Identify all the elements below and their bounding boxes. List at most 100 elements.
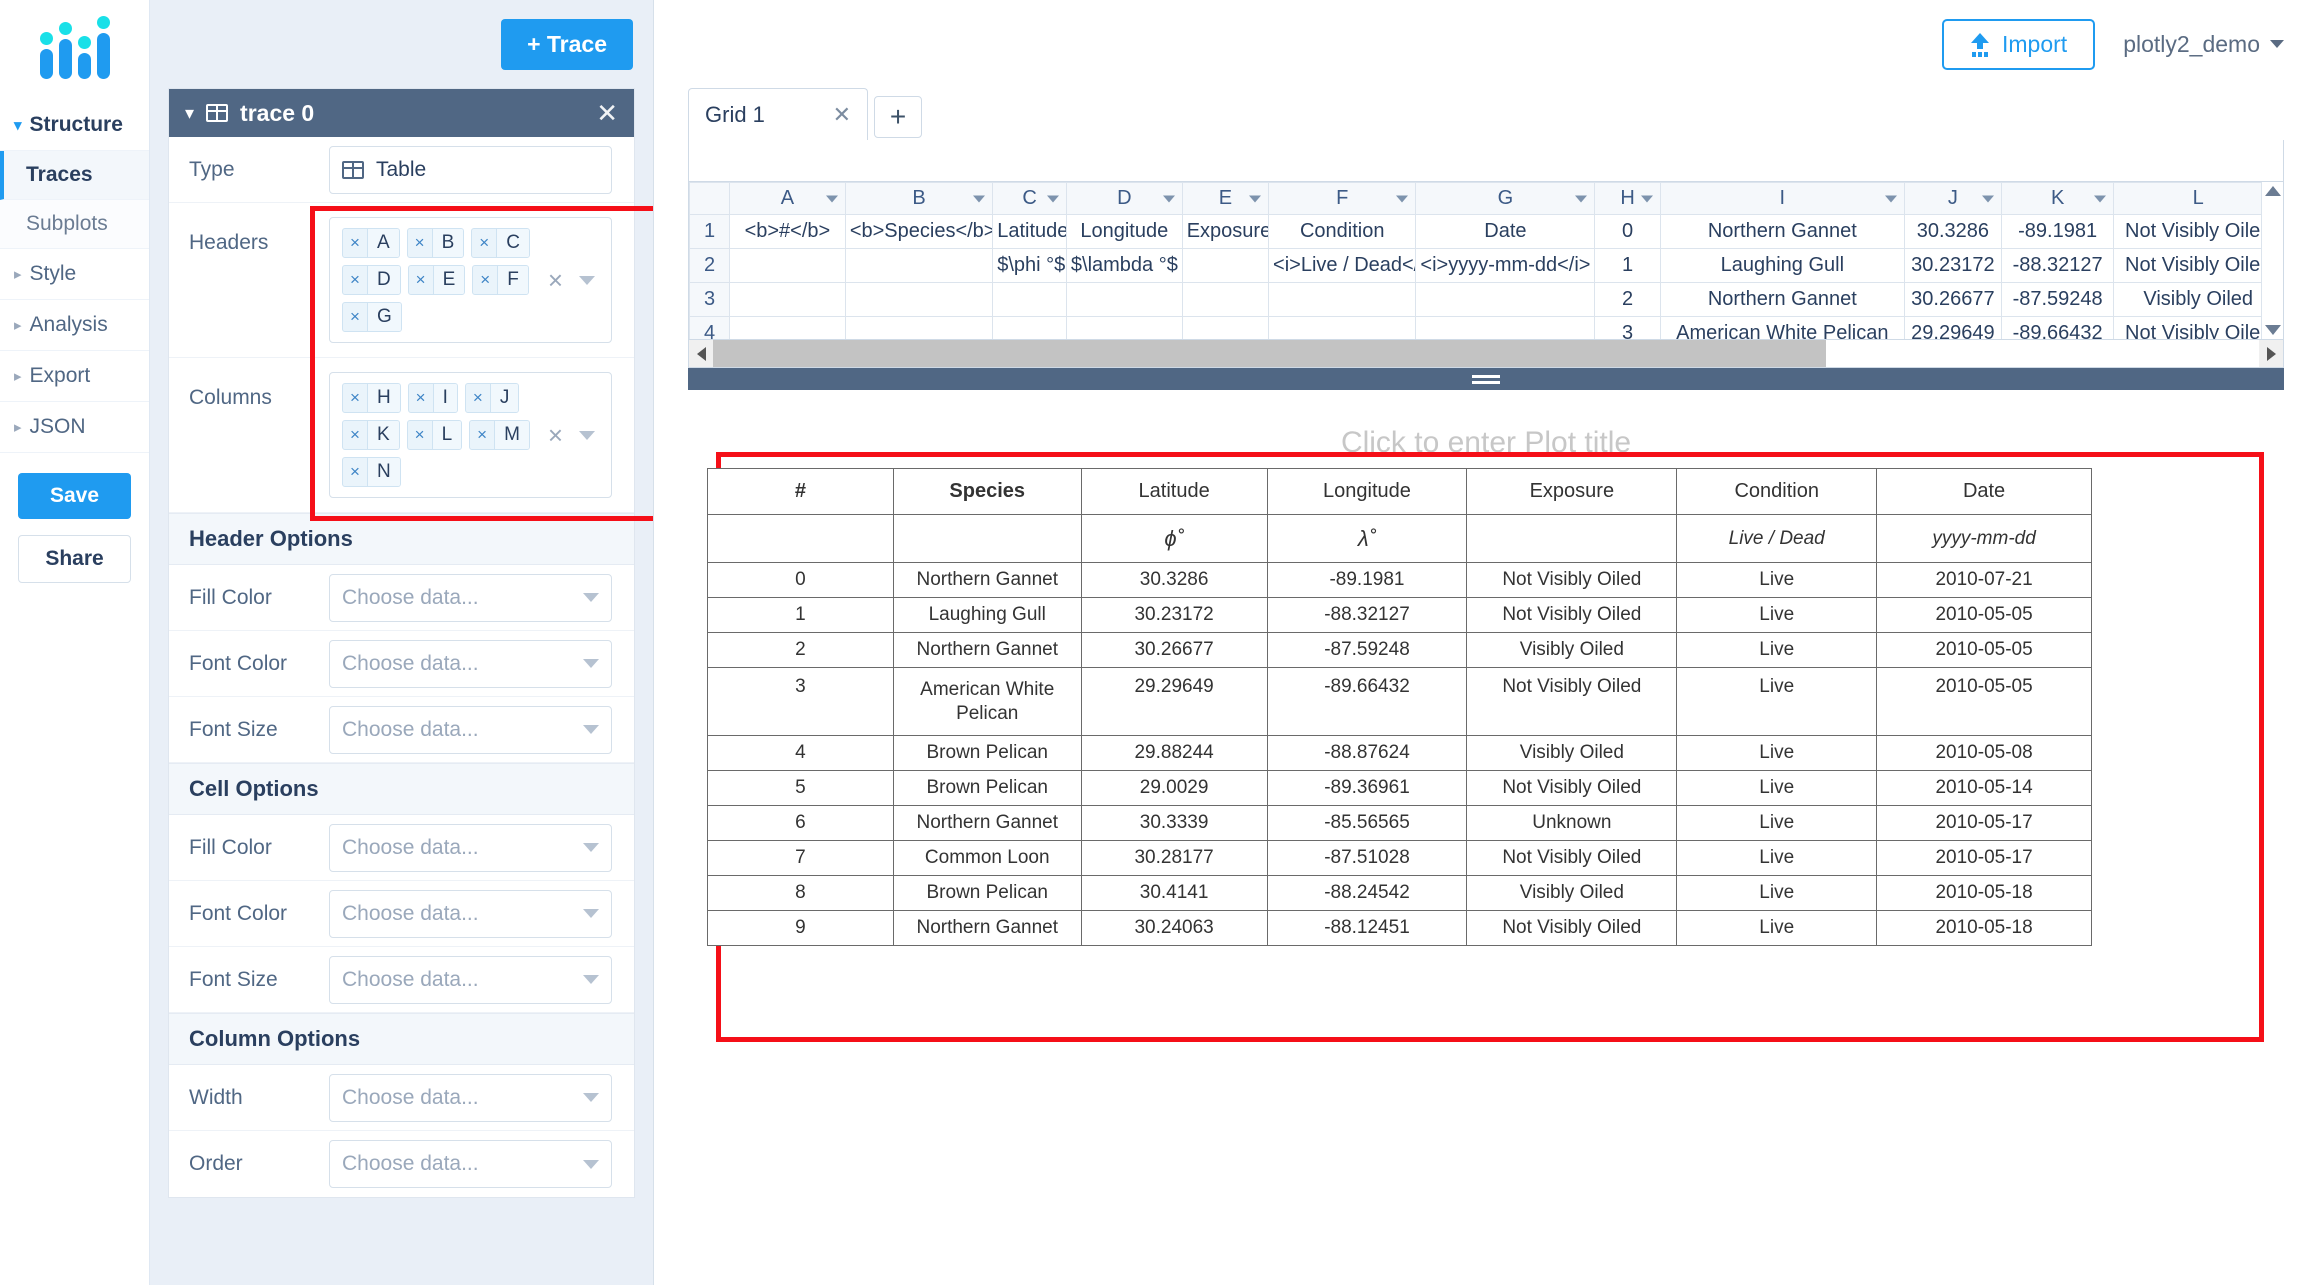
caret-down-icon[interactable] — [1162, 195, 1175, 202]
sheet-cell[interactable]: Longitude — [1065, 214, 1183, 249]
caret-down-icon[interactable] — [1396, 195, 1409, 202]
sheet-col-I[interactable]: I — [1659, 182, 1905, 215]
sheet-cell[interactable] — [729, 316, 846, 339]
sheet-cell[interactable] — [1415, 282, 1596, 317]
save-button[interactable]: Save — [18, 473, 131, 519]
columns-multiselect[interactable]: × H × I × J × K × L × M × N × — [329, 372, 612, 498]
sheet-cell[interactable]: -88.32127 — [2000, 248, 2115, 283]
chip-remove-icon[interactable]: × — [343, 421, 368, 449]
caret-down-icon[interactable] — [1575, 195, 1588, 202]
sheet-cell[interactable]: Laughing Gull — [1659, 248, 1905, 283]
close-icon[interactable]: ✕ — [596, 100, 618, 126]
sheet-cell[interactable] — [729, 248, 846, 283]
sheet-col-A[interactable]: A — [729, 182, 846, 215]
sheet-col-C[interactable]: C — [992, 182, 1067, 215]
chip-remove-icon[interactable]: × — [343, 458, 368, 486]
chip-remove-icon[interactable]: × — [409, 384, 434, 412]
sheet-cell[interactable]: Not Visibly Oiled — [2113, 248, 2283, 283]
sheet-cell[interactable] — [1268, 282, 1417, 317]
chip-remove-icon[interactable]: × — [408, 421, 433, 449]
sheet-cell[interactable] — [729, 282, 846, 317]
add-grid-tab-button[interactable]: + — [874, 96, 922, 138]
spreadsheet[interactable]: A B C D E F G H I J K L 1 <b>#</b> <b>Sp… — [689, 182, 2283, 339]
caret-left-icon[interactable] — [689, 340, 713, 367]
sheet-col-K[interactable]: K — [2000, 182, 2115, 215]
sheet-cell[interactable]: American White Pelican — [1659, 316, 1905, 339]
sheet-cell[interactable] — [1415, 316, 1596, 339]
sheet-vertical-scrollbar[interactable] — [2261, 182, 2283, 339]
chip-remove-icon[interactable]: × — [408, 229, 433, 257]
nav-group-json[interactable]: ▸ JSON — [0, 402, 149, 453]
caret-right-icon[interactable] — [2259, 340, 2283, 367]
sheet-cell[interactable]: Northern Gannet — [1659, 214, 1905, 249]
header-font-size-select[interactable]: Choose data... — [329, 705, 612, 754]
sheet-cell[interactable] — [1065, 316, 1183, 339]
sheet-cell[interactable]: <b>#</b> — [729, 214, 846, 249]
caret-down-icon[interactable] — [1046, 195, 1059, 202]
sheet-cell[interactable] — [844, 248, 994, 283]
sheet-cell[interactable]: Not Visibly Oiled — [2113, 214, 2283, 249]
sheet-cell[interactable]: Visibly Oiled — [2113, 282, 2283, 317]
chevron-down-icon[interactable]: ▾ — [185, 104, 194, 122]
sheet-cell[interactable] — [1181, 282, 1270, 317]
sidebar-item-subplots[interactable]: Subplots — [0, 200, 149, 249]
caret-down-icon[interactable] — [2094, 195, 2107, 202]
chip-remove-icon[interactable]: × — [343, 266, 368, 294]
chip-remove-icon[interactable]: × — [343, 384, 368, 412]
cell-font-color-select[interactable]: Choose data... — [329, 889, 612, 938]
caret-down-icon[interactable] — [1884, 195, 1897, 202]
sheet-cell[interactable] — [1065, 282, 1183, 317]
sheet-col-G[interactable]: G — [1415, 182, 1596, 215]
caret-down-icon[interactable] — [579, 275, 595, 285]
sheet-cell[interactable]: $\phi °$ — [992, 248, 1067, 283]
sheet-cell[interactable] — [1181, 248, 1270, 283]
chip-remove-icon[interactable]: × — [409, 266, 434, 294]
sheet-cell[interactable]: 30.26677 — [1903, 282, 2002, 317]
sheet-cell[interactable]: 30.3286 — [1903, 214, 2002, 249]
caret-down-icon[interactable] — [1249, 195, 1262, 202]
caret-down-icon[interactable] — [579, 430, 595, 440]
import-button[interactable]: Import — [1942, 18, 2096, 70]
chip-remove-icon[interactable]: × — [473, 266, 499, 294]
hscroll-track[interactable] — [713, 340, 2259, 367]
header-font-color-select[interactable]: Choose data... — [329, 639, 612, 688]
sheet-cell[interactable]: Latitude — [992, 214, 1067, 249]
column-order-select[interactable]: Choose data... — [329, 1140, 612, 1188]
trace-0-header[interactable]: ▾ trace 0 ✕ — [169, 89, 634, 137]
sheet-cell[interactable]: 0 — [1594, 214, 1661, 249]
add-trace-button[interactable]: + Trace — [501, 18, 633, 70]
sheet-cell[interactable] — [992, 282, 1067, 317]
sheet-row-number[interactable]: 1 — [689, 214, 730, 249]
cell-font-size-select[interactable]: Choose data... — [329, 955, 612, 1004]
grid-tab-grid-1[interactable]: Grid 1 ✕ — [688, 88, 868, 140]
sheet-cell[interactable] — [1268, 316, 1417, 339]
clear-x-icon[interactable]: × — [548, 267, 563, 293]
sheet-cell[interactable]: 1 — [1594, 248, 1661, 283]
sheet-cell[interactable]: Northern Gannet — [1659, 282, 1905, 317]
chip-remove-icon[interactable]: × — [470, 421, 496, 449]
sheet-col-D[interactable]: D — [1065, 182, 1183, 215]
sheet-col-H[interactable]: H — [1594, 182, 1661, 215]
caret-down-icon[interactable] — [2264, 325, 2281, 335]
caret-down-icon[interactable] — [825, 195, 838, 202]
caret-down-icon[interactable] — [1981, 195, 1994, 202]
sheet-corner-cell[interactable] — [689, 182, 730, 215]
chip-remove-icon[interactable]: × — [343, 229, 368, 257]
cell-fill-color-select[interactable]: Choose data... — [329, 823, 612, 872]
sheet-cell[interactable]: <b>Species</b> — [844, 214, 994, 249]
sheet-col-B[interactable]: B — [844, 182, 994, 215]
caret-up-icon[interactable] — [2264, 186, 2281, 196]
trace-type-select[interactable]: Table — [329, 145, 612, 194]
sheet-col-L[interactable]: L — [2113, 182, 2283, 215]
sheet-cell[interactable]: <i>yyyy-mm-dd</i> — [1415, 248, 1596, 283]
sheet-col-E[interactable]: E — [1181, 182, 1270, 215]
chip-remove-icon[interactable]: × — [466, 384, 491, 412]
sheet-row-number[interactable]: 3 — [689, 282, 730, 317]
sheet-cell[interactable]: -89.66432 — [2000, 316, 2115, 339]
chip-remove-icon[interactable]: × — [343, 303, 368, 331]
sheet-row-number[interactable]: 2 — [689, 248, 730, 283]
caret-down-icon[interactable] — [1640, 195, 1653, 202]
sheet-cell[interactable]: Not Visibly Oiled — [2113, 316, 2283, 339]
nav-group-structure[interactable]: ▾ Structure — [0, 100, 149, 151]
close-icon[interactable]: ✕ — [833, 102, 851, 128]
